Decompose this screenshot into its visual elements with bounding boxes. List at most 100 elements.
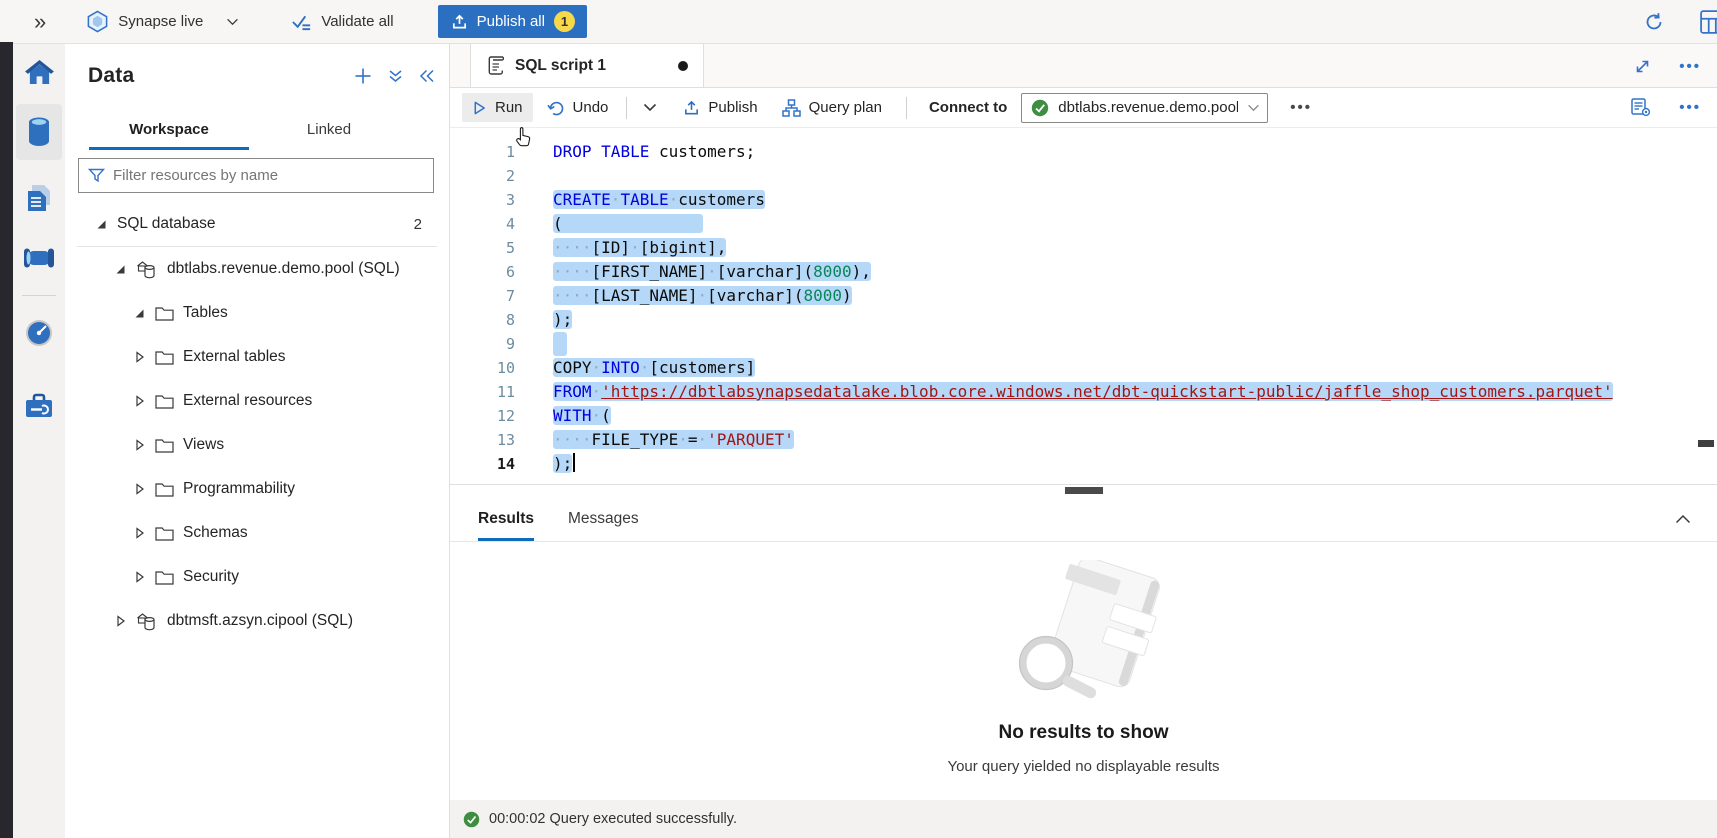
connected-check-icon [1031, 99, 1049, 117]
tree-item[interactable]: SQL database2 [65, 202, 449, 246]
dropdown-chevron-icon [1247, 104, 1260, 112]
query-plan-label: Query plan [809, 99, 882, 116]
toolbar-more-icon[interactable]: ••• [1679, 104, 1701, 112]
tree-item[interactable]: dbtmsft.azsyn.cipool (SQL) [65, 599, 449, 643]
nav-integrate-button[interactable] [16, 230, 62, 286]
nav-manage-button[interactable] [16, 378, 62, 434]
collapse-panel-icon[interactable] [419, 69, 435, 83]
caret-expanded-icon[interactable] [114, 264, 127, 275]
tree-item[interactable]: Security [65, 555, 449, 599]
validate-icon [291, 13, 312, 31]
undo-label: Undo [573, 99, 609, 116]
undo-button[interactable]: Undo [537, 93, 619, 122]
caret-collapsed-icon[interactable] [114, 615, 127, 627]
caret-collapsed-icon[interactable] [133, 571, 146, 583]
properties-icon[interactable] [1631, 98, 1651, 117]
table-tools-icon[interactable] [1700, 10, 1717, 34]
tree-item-count: 2 [414, 216, 449, 233]
selection-highlight: FROM·'https://dbtlabsynapsedatalake.blob… [553, 382, 1613, 401]
folder-icon [155, 306, 174, 321]
line-number: 6 [450, 260, 515, 284]
publish-all-button[interactable]: Publish all 1 [438, 5, 587, 38]
expand-editor-icon[interactable] [1634, 58, 1651, 75]
tab-workspace[interactable]: Workspace [89, 108, 249, 150]
publish-all-label: Publish all [477, 13, 545, 30]
selection-highlight: COPY·INTO·[customers] [553, 358, 755, 377]
results-splitter [450, 484, 1717, 496]
status-message: 00:00:02 Query executed successfully. [489, 811, 737, 827]
line-number: 2 [450, 164, 515, 188]
toolbar-separator [626, 97, 627, 119]
unsaved-dot-icon [678, 61, 688, 71]
query-plan-icon [782, 99, 801, 117]
validate-all-button[interactable]: Validate all [291, 13, 393, 31]
tab-linked[interactable]: Linked [249, 108, 409, 150]
tree-item[interactable]: Views [65, 423, 449, 467]
caret-collapsed-icon[interactable] [133, 483, 146, 495]
empty-results-title: No results to show [999, 722, 1169, 744]
nav-monitor-button[interactable] [16, 305, 62, 361]
tab-messages[interactable]: Messages [568, 496, 639, 541]
tree-item[interactable]: dbtlabs.revenue.demo.pool (SQL) [65, 247, 449, 291]
caret-collapsed-icon[interactable] [133, 395, 146, 407]
synapse-logo-icon [86, 10, 109, 33]
connect-to-label: Connect to [929, 99, 1007, 116]
add-resource-button[interactable] [354, 67, 372, 85]
scrollbar-thumb[interactable] [1698, 440, 1714, 447]
filter-input[interactable] [113, 167, 425, 184]
tab-more-actions-icon[interactable]: ••• [1679, 63, 1701, 71]
no-results-illustration [996, 560, 1171, 710]
line-number: 7 [450, 284, 515, 308]
line-number: 3 [450, 188, 515, 212]
query-plan-button[interactable]: Query plan [772, 93, 892, 123]
publish-button[interactable]: Publish [673, 93, 767, 122]
expand-menu-icon[interactable]: » [34, 11, 46, 33]
tree-item[interactable]: Schemas [65, 511, 449, 555]
caret-collapsed-icon[interactable] [133, 527, 146, 539]
editor-toolbar: Run Undo Publish Query plan Connect to [450, 88, 1717, 128]
sql-script-icon [487, 56, 504, 75]
refresh-icon[interactable] [1644, 12, 1664, 32]
connect-to-dropdown[interactable]: dbtlabs.revenue.demo.pool [1021, 93, 1268, 123]
selection-highlight: ····FILE_TYPE·=·'PARQUET' [553, 430, 794, 449]
tree-item-label: External resources [183, 392, 312, 410]
folder-icon [155, 394, 174, 409]
nav-home-button[interactable] [16, 44, 62, 100]
tree-item-label: Schemas [183, 524, 248, 542]
collapse-results-icon[interactable] [1675, 514, 1717, 524]
code-line: 7····[LAST_NAME]·[varchar](8000) [450, 284, 1717, 308]
pipeline-icon [23, 247, 55, 269]
caret-collapsed-icon[interactable] [133, 351, 146, 363]
code-line: 6····[FIRST_NAME]·[varchar](8000), [450, 260, 1717, 284]
tree-item-label: Tables [183, 304, 228, 322]
folder-icon [155, 438, 174, 453]
tree-item[interactable]: Tables [65, 291, 449, 335]
collapse-all-icon[interactable] [388, 69, 403, 83]
gauge-icon [25, 319, 53, 347]
caret-collapsed-icon[interactable] [133, 439, 146, 451]
sql-code-editor[interactable]: 1DROP TABLE customers;23CREATE·TABLE·cus… [450, 128, 1717, 484]
run-options-chevron-icon[interactable] [635, 97, 665, 118]
code-line: 3CREATE·TABLE·customers [450, 188, 1717, 212]
validate-label: Validate all [321, 13, 393, 30]
caret-expanded-icon[interactable] [95, 219, 108, 230]
tree-item[interactable]: External tables [65, 335, 449, 379]
mode-selector[interactable]: Synapse live [86, 10, 239, 33]
panel-title: Data [88, 64, 134, 88]
connect-more-icon[interactable]: ••• [1290, 104, 1312, 112]
selection-highlight: WITH·( [553, 406, 611, 425]
tab-results[interactable]: Results [478, 496, 534, 541]
code-line: 1DROP TABLE customers; [450, 140, 1717, 164]
selection-highlight: ····[ID]·[bigint], [553, 238, 726, 257]
nav-develop-button[interactable] [16, 170, 62, 226]
tree-item[interactable]: Programmability [65, 467, 449, 511]
splitter-handle[interactable] [1065, 487, 1103, 494]
tree-item[interactable]: External resources [65, 379, 449, 423]
tab-sql-script[interactable]: SQL script 1 [470, 43, 704, 87]
mode-label: Synapse live [118, 13, 203, 30]
nav-data-button[interactable] [16, 104, 62, 160]
caret-expanded-icon[interactable] [133, 308, 146, 319]
navigation-rail [13, 44, 65, 838]
run-button[interactable]: Run [462, 93, 533, 122]
filter-funnel-icon [88, 168, 105, 184]
